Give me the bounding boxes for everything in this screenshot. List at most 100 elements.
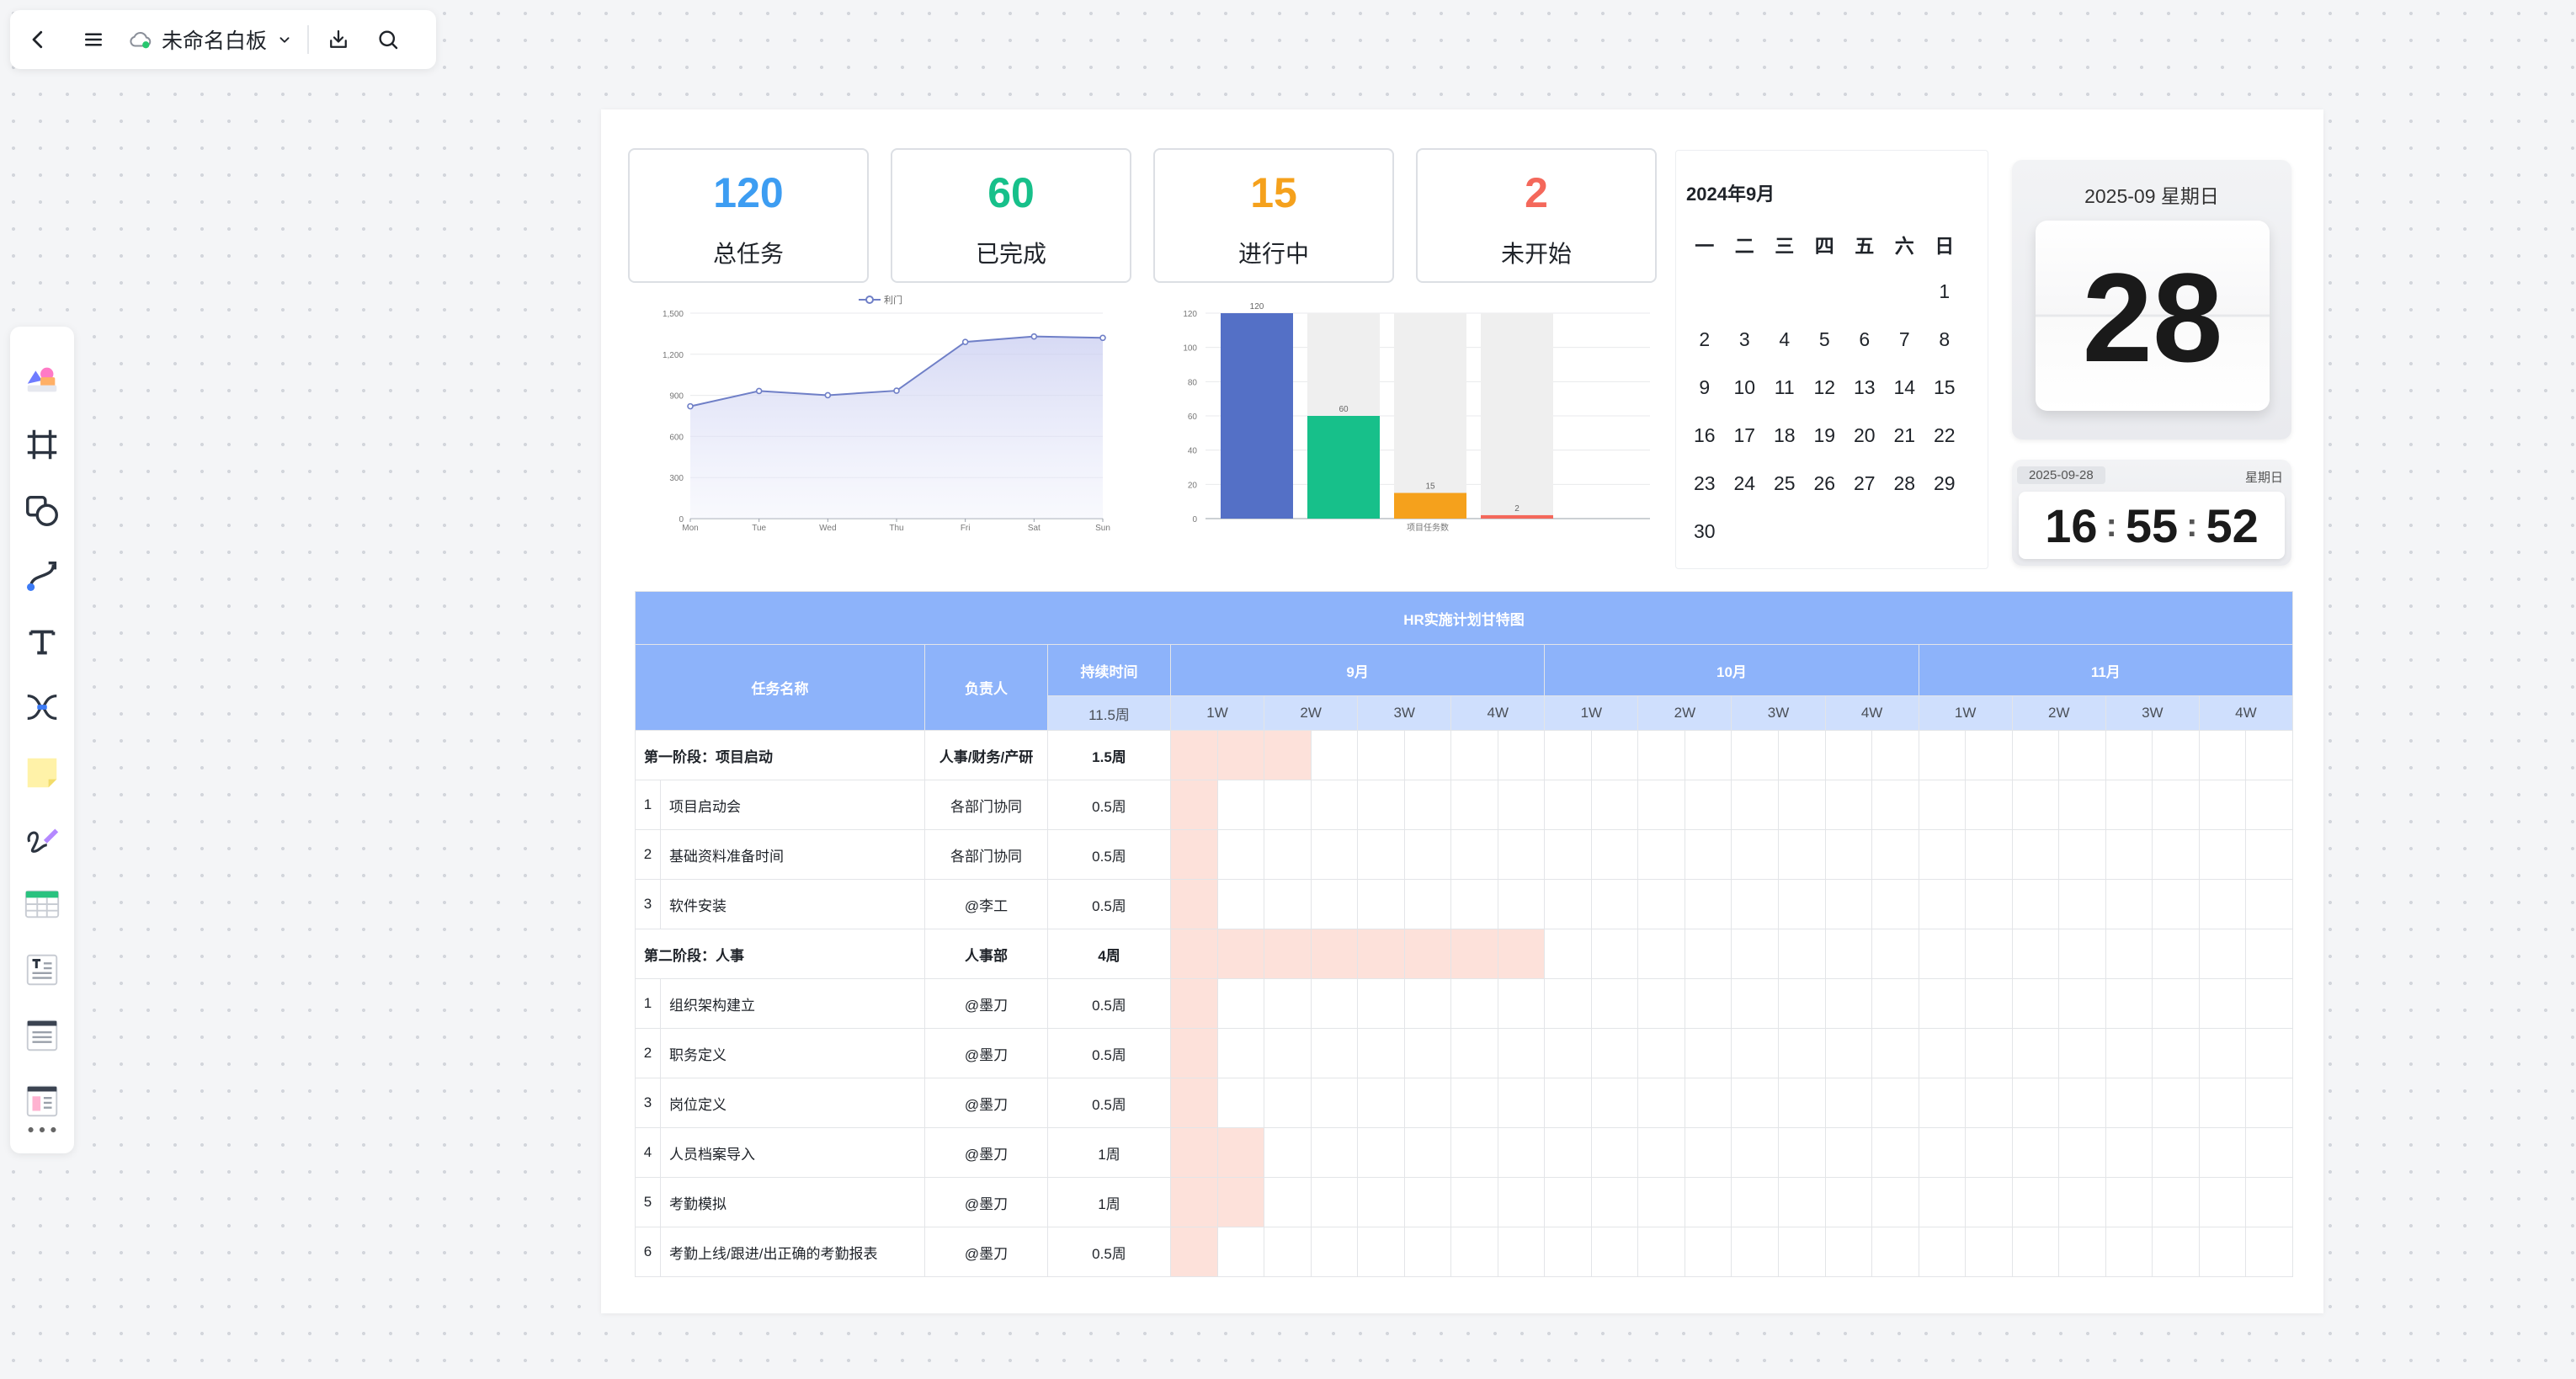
gantt-week-cell[interactable] (2105, 879, 2200, 929)
gantt-week-cell[interactable] (1637, 929, 1732, 979)
gantt-week-cell[interactable] (1824, 829, 1919, 880)
data-point[interactable] (824, 391, 832, 399)
calendar-day[interactable]: 24 (1725, 460, 1765, 508)
gantt-week-cell[interactable] (2105, 1227, 2200, 1277)
gantt-week-cell[interactable] (2011, 1028, 2106, 1078)
stat-card-not-started[interactable]: 2 未开始 (1416, 148, 1657, 283)
gantt-week-cell[interactable] (2011, 929, 2106, 979)
bar-chart[interactable]: 0 20 40 60 80 100 120 120 60 15 2 项目任务数 (1165, 293, 1662, 546)
gantt-week-cell[interactable] (1169, 1177, 1265, 1227)
calendar-day[interactable]: 30 (1685, 508, 1725, 556)
gantt-task-row[interactable]: 4 人员档案导入 @墨刀 1周 (635, 1127, 2294, 1178)
gantt-week-cell[interactable] (1637, 1227, 1732, 1277)
tool-document[interactable] (10, 943, 74, 997)
search-button[interactable] (363, 10, 413, 69)
gantt-week-cell[interactable] (2198, 1177, 2294, 1227)
gantt-week-cell[interactable] (1450, 1127, 1546, 1178)
gantt-week-cell[interactable] (1918, 730, 2013, 780)
gantt-week-cell[interactable] (1824, 1227, 1919, 1277)
data-point[interactable] (687, 402, 694, 410)
gantt-week-cell[interactable] (1731, 1177, 1826, 1227)
gantt-week-cell[interactable] (1544, 929, 1639, 979)
gantt-week-cell[interactable] (2198, 978, 2294, 1029)
gantt-week-cell[interactable] (1169, 1227, 1265, 1277)
gantt-week-cell[interactable] (1544, 978, 1639, 1029)
gantt-week-cell[interactable] (2105, 929, 2200, 979)
gantt-week-cell[interactable] (2011, 829, 2106, 880)
tool-text[interactable] (10, 615, 74, 668)
gantt-week-cell[interactable] (1169, 829, 1265, 880)
calendar-day[interactable]: 6 (1844, 316, 1885, 364)
gantt-week-cell[interactable] (1264, 1177, 1359, 1227)
gantt-week-cell[interactable] (1824, 1078, 1919, 1128)
gantt-week-cell[interactable] (1637, 829, 1732, 880)
gantt-week-cell[interactable] (1357, 829, 1452, 880)
gantt-week-cell[interactable] (1637, 1127, 1732, 1178)
gantt-week-cell[interactable] (1544, 730, 1639, 780)
gantt-week-cell[interactable] (1731, 978, 1826, 1029)
gantt-week-cell[interactable] (1264, 1227, 1359, 1277)
calendar-day[interactable]: 28 (1885, 460, 1925, 508)
gantt-week-cell[interactable] (1824, 1028, 1919, 1078)
gantt-week-cell[interactable] (1637, 1028, 1732, 1078)
tool-mindmap[interactable] (10, 680, 74, 734)
gantt-week-cell[interactable] (1637, 1177, 1732, 1227)
gantt-week-cell[interactable] (1824, 1177, 1919, 1227)
calendar-day[interactable]: 13 (1844, 364, 1885, 412)
gantt-week-cell[interactable] (2198, 1028, 2294, 1078)
gantt-week-cell[interactable] (1169, 929, 1265, 979)
gantt-week-cell[interactable] (1357, 1078, 1452, 1128)
calendar-day[interactable]: 20 (1844, 412, 1885, 460)
calendar-day[interactable]: 8 (1924, 316, 1965, 364)
stat-card-total[interactable]: 120 总任务 (628, 148, 869, 283)
gantt-task-row[interactable]: 5 考勤模拟 @墨刀 1周 (635, 1177, 2294, 1227)
gantt-week-cell[interactable] (1918, 1078, 2013, 1128)
gantt-week-cell[interactable] (2105, 1127, 2200, 1178)
bar[interactable] (1481, 514, 1553, 519)
gantt-phase-row[interactable]: 第二阶段：人事 人事部 4周 (635, 929, 2294, 979)
gantt-week-cell[interactable] (1264, 978, 1359, 1029)
gantt-week-cell[interactable] (2011, 1227, 2106, 1277)
date-widget[interactable]: 2025-09 星期日 28 (2012, 160, 2291, 439)
gantt-week-cell[interactable] (1918, 829, 2013, 880)
calendar-widget[interactable]: 2024年9月 一二三四五六日 1 2 3 4 5 6 7 8 9 10 11 12 13 14 15 16 17… (1675, 150, 1988, 569)
gantt-task-row[interactable]: 2 职务定义 @墨刀 0.5周 (635, 1028, 2294, 1078)
gantt-week-cell[interactable] (1731, 1028, 1826, 1078)
gantt-week-cell[interactable] (1731, 1127, 1826, 1178)
calendar-day[interactable]: 22 (1924, 412, 1965, 460)
gantt-week-cell[interactable] (2011, 730, 2106, 780)
calendar-day[interactable]: 27 (1844, 460, 1885, 508)
gantt-week-cell[interactable] (1544, 1227, 1639, 1277)
line-chart[interactable]: 利门 0 300 600 900 1,200 1,500 Mon Tue Wed Thu Fri Sat… (631, 293, 1131, 546)
gantt-week-cell[interactable] (1637, 780, 1732, 830)
gantt-week-cell[interactable] (1169, 879, 1265, 929)
gantt-task-row[interactable]: 3 岗位定义 @墨刀 0.5周 (635, 1078, 2294, 1128)
calendar-day[interactable]: 10 (1725, 364, 1765, 412)
gantt-week-cell[interactable] (1450, 1028, 1546, 1078)
calendar-day[interactable]: 29 (1924, 460, 1965, 508)
gantt-week-cell[interactable] (2105, 1078, 2200, 1128)
gantt-week-cell[interactable] (1918, 1028, 2013, 1078)
calendar-day[interactable]: 7 (1885, 316, 1925, 364)
gantt-week-cell[interactable] (2105, 978, 2200, 1029)
gantt-week-cell[interactable] (2011, 780, 2106, 830)
gantt-week-cell[interactable] (2198, 1127, 2294, 1178)
data-point[interactable] (1030, 333, 1038, 340)
data-point[interactable] (893, 387, 900, 394)
tool-frame[interactable] (10, 418, 74, 471)
gantt-week-cell[interactable] (1918, 1177, 2013, 1227)
gantt-week-cell[interactable] (1357, 1177, 1452, 1227)
gantt-week-cell[interactable] (2011, 1177, 2106, 1227)
gantt-week-cell[interactable] (1169, 780, 1265, 830)
gantt-week-cell[interactable] (2011, 1078, 2106, 1128)
gantt-week-cell[interactable] (1918, 1227, 2013, 1277)
gantt-week-cell[interactable] (2011, 1127, 2106, 1178)
gantt-week-cell[interactable] (1544, 1028, 1639, 1078)
gantt-week-cell[interactable] (1824, 730, 1919, 780)
calendar-day[interactable]: 11 (1764, 364, 1805, 412)
gantt-week-cell[interactable] (1544, 829, 1639, 880)
gantt-task-row[interactable]: 6 考勤上线/跟进/出正确的考勤报表 @墨刀 0.5周 (635, 1227, 2294, 1277)
gantt-task-row[interactable]: 3 软件安装 @李工 0.5周 (635, 879, 2294, 929)
gantt-week-cell[interactable] (1731, 829, 1826, 880)
gantt-week-cell[interactable] (1450, 730, 1546, 780)
